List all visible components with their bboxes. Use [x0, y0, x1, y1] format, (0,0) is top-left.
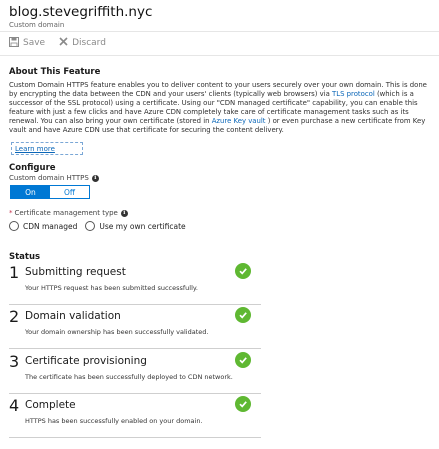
- step-description: HTTPS has been successfully enabled on y…: [25, 417, 203, 425]
- header-divider: [0, 31, 439, 32]
- learn-more-link[interactable]: Learn more: [11, 142, 83, 155]
- info-icon[interactable]: i: [120, 209, 128, 217]
- step-description: Your HTTPS request has been submitted su…: [25, 284, 198, 292]
- save-icon: [9, 36, 23, 50]
- toggle-on-option[interactable]: On: [11, 186, 50, 198]
- radio-button[interactable]: [9, 221, 19, 231]
- about-heading: About This Feature: [9, 67, 101, 77]
- step-number: 1: [9, 263, 20, 282]
- toggle-off-option[interactable]: Off: [50, 186, 89, 198]
- discard-icon: [59, 37, 72, 49]
- https-label-row: Custom domain HTTPS i: [9, 174, 99, 182]
- required-marker: *: [9, 209, 13, 217]
- status-heading: Status: [9, 252, 41, 262]
- radio-own-certificate[interactable]: Use my own certificate: [85, 221, 186, 231]
- step-title: Domain validation: [25, 310, 121, 322]
- step-number: 3: [9, 352, 20, 371]
- status-step: 1 Submitting request Your HTTPS request …: [9, 263, 265, 308]
- radio-label: Use my own certificate: [99, 221, 186, 231]
- save-button[interactable]: Save: [9, 36, 46, 50]
- cert-type-label: Certificate management type: [14, 209, 118, 217]
- radio-cdn-managed[interactable]: CDN managed: [9, 221, 77, 231]
- save-label: Save: [23, 38, 46, 48]
- page-title: blog.stevegriffith.nyc: [9, 4, 153, 20]
- step-divider: [9, 437, 261, 438]
- https-label: Custom domain HTTPS: [9, 174, 89, 182]
- radio-button[interactable]: [85, 221, 96, 231]
- azure-key-vault-link[interactable]: Azure Key vault: [212, 117, 266, 125]
- discard-button[interactable]: Discard: [59, 37, 106, 49]
- configure-heading: Configure: [9, 163, 56, 173]
- checkmark-icon: [235, 352, 251, 368]
- checkmark-icon: [235, 307, 251, 323]
- step-divider: [9, 348, 261, 349]
- info-icon[interactable]: i: [91, 174, 99, 182]
- step-description: Your domain ownership has been successfu…: [25, 328, 209, 336]
- cert-type-label-row: * Certificate management type i: [9, 209, 128, 217]
- checkmark-icon: [235, 263, 251, 279]
- step-number: 4: [9, 396, 20, 415]
- step-number: 2: [9, 307, 20, 326]
- toolbar-divider: [0, 55, 439, 56]
- status-step: 3 Certificate provisioning The certifica…: [9, 352, 265, 397]
- step-divider: [9, 304, 261, 305]
- command-bar: Save Discard: [9, 36, 120, 50]
- page-subtitle: Custom domain: [9, 21, 65, 29]
- about-description: Custom Domain HTTPS feature enables you …: [9, 81, 427, 135]
- radio-label: CDN managed: [23, 221, 78, 231]
- step-title: Complete: [25, 399, 76, 411]
- step-title: Certificate provisioning: [25, 355, 147, 367]
- discard-label: Discard: [72, 38, 106, 48]
- status-step: 2 Domain validation Your domain ownershi…: [9, 307, 265, 352]
- step-description: The certificate has been successfully de…: [25, 373, 233, 381]
- https-toggle[interactable]: On Off: [10, 185, 90, 199]
- tls-protocol-link[interactable]: TLS protocol: [332, 90, 375, 98]
- cert-type-radio-group: CDN managed Use my own certificate: [9, 221, 194, 231]
- step-title: Submitting request: [25, 266, 126, 278]
- status-step: 4 Complete HTTPS has been successfully e…: [9, 396, 265, 441]
- step-divider: [9, 393, 261, 394]
- checkmark-icon: [235, 396, 251, 412]
